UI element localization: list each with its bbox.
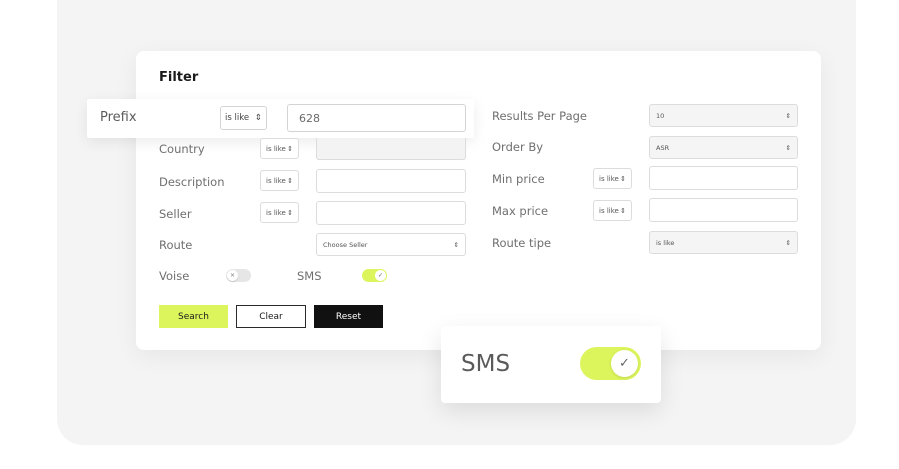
country-input[interactable] bbox=[316, 138, 466, 160]
seller-label: Seller bbox=[159, 207, 192, 221]
results-per-page-select[interactable]: 10 ⇕ bbox=[649, 104, 798, 127]
sms-popout-label: SMS bbox=[461, 351, 511, 377]
select-arrows-icon: ⇕ bbox=[620, 174, 626, 183]
max-price-operator-select[interactable]: is like ⇕ bbox=[593, 200, 632, 221]
route-tipe-label: Route tipe bbox=[492, 236, 552, 250]
description-operator-value: is like bbox=[266, 176, 286, 185]
select-arrows-icon: ⇕ bbox=[287, 144, 293, 153]
min-price-operator-value: is like bbox=[599, 174, 619, 183]
select-arrows-icon: ⇕ bbox=[453, 240, 459, 249]
country-label: Country bbox=[159, 142, 205, 156]
prefix-label: Prefix bbox=[100, 110, 137, 125]
voise-toggle[interactable]: × bbox=[226, 269, 251, 282]
seller-operator-value: is like bbox=[266, 208, 286, 217]
seller-operator-select[interactable]: is like ⇕ bbox=[260, 202, 299, 223]
route-tipe-value: is like bbox=[656, 238, 675, 247]
sms-toggle[interactable]: ✓ bbox=[362, 269, 387, 282]
filter-title: Filter bbox=[159, 70, 199, 85]
search-button[interactable]: Search bbox=[159, 305, 228, 328]
route-tipe-select[interactable]: is like ⇕ bbox=[649, 231, 798, 254]
prefix-operator-select[interactable]: is like ⇕ bbox=[220, 106, 267, 130]
order-by-label: Order By bbox=[492, 140, 544, 154]
seller-input[interactable] bbox=[316, 201, 466, 225]
min-price-label: Min price bbox=[492, 172, 545, 186]
sms-label: SMS bbox=[297, 269, 322, 283]
max-price-input[interactable] bbox=[649, 198, 798, 222]
results-per-page-label: Results Per Page bbox=[492, 109, 588, 123]
check-icon: ✓ bbox=[611, 350, 638, 377]
select-arrows-icon: ⇕ bbox=[620, 206, 626, 215]
clear-button[interactable]: Clear bbox=[236, 305, 306, 328]
min-price-input[interactable] bbox=[649, 166, 798, 190]
prefix-operator-value: is like bbox=[225, 113, 250, 123]
order-by-value: ASR bbox=[656, 143, 670, 152]
select-arrows-icon: ⇕ bbox=[785, 111, 791, 120]
max-price-label: Max price bbox=[492, 204, 549, 218]
voise-label: Voise bbox=[159, 269, 190, 283]
prefix-input-value: 628 bbox=[299, 111, 320, 125]
route-label: Route bbox=[159, 238, 193, 252]
max-price-operator-value: is like bbox=[599, 206, 619, 215]
min-price-operator-select[interactable]: is like ⇕ bbox=[593, 168, 632, 189]
route-select[interactable]: Choose Seller ⇕ bbox=[316, 233, 466, 256]
select-arrows-icon: ⇕ bbox=[785, 238, 791, 247]
prefix-input[interactable]: 628 bbox=[287, 104, 466, 132]
select-arrows-icon: ⇕ bbox=[287, 176, 293, 185]
description-input[interactable] bbox=[316, 169, 466, 193]
select-arrows-icon: ⇕ bbox=[287, 208, 293, 217]
results-per-page-value: 10 bbox=[656, 111, 665, 120]
country-operator-value: is like bbox=[266, 144, 286, 153]
select-arrows-icon: ⇕ bbox=[785, 143, 791, 152]
order-by-select[interactable]: ASR ⇕ bbox=[649, 136, 798, 159]
x-icon: × bbox=[227, 270, 238, 281]
description-label: Description bbox=[159, 175, 225, 189]
reset-button[interactable]: Reset bbox=[314, 305, 383, 328]
route-select-value: Choose Seller bbox=[323, 240, 368, 249]
sms-popout-toggle[interactable]: ✓ bbox=[580, 347, 641, 380]
select-arrows-icon: ⇕ bbox=[254, 113, 262, 123]
check-icon: ✓ bbox=[375, 270, 386, 281]
country-operator-select[interactable]: is like ⇕ bbox=[260, 138, 299, 159]
description-operator-select[interactable]: is like ⇕ bbox=[260, 170, 299, 191]
